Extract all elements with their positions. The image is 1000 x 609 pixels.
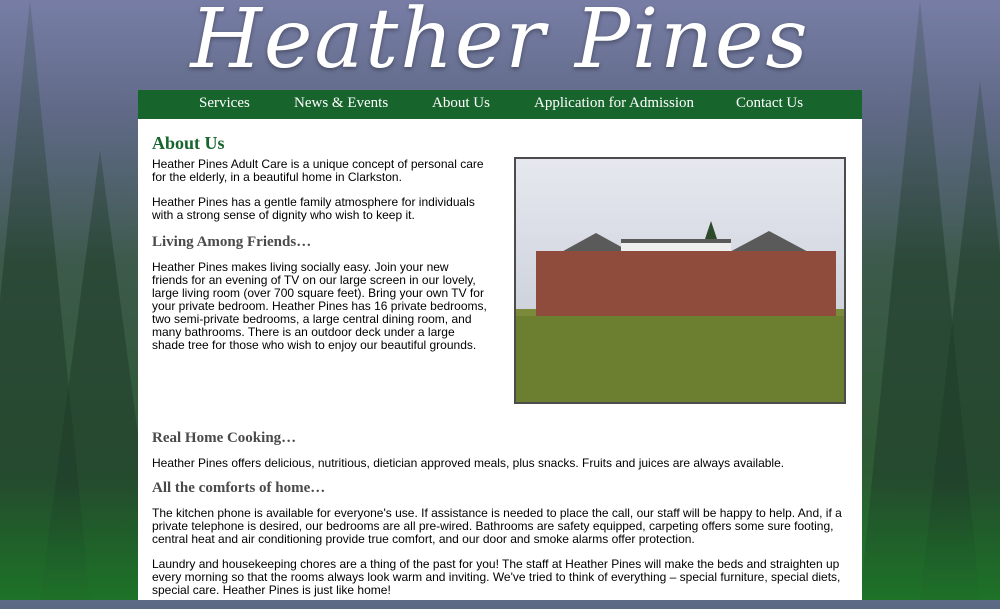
- nav-services[interactable]: Services: [199, 95, 250, 112]
- nav-contact-us[interactable]: Contact Us: [736, 95, 803, 112]
- intro-paragraph-1: Heather Pines Adult Care is a unique con…: [152, 157, 484, 184]
- nav-about-us[interactable]: About Us: [432, 95, 490, 112]
- house-photo: [514, 157, 846, 404]
- nav-news-events[interactable]: News & Events: [294, 95, 388, 112]
- content-panel: About Us Heather Pines Adult Care is a u…: [138, 119, 862, 600]
- comforts-paragraph-2: Laundry and housekeeping chores are a th…: [152, 557, 841, 597]
- intro-paragraph-2: Heather Pines has a gentle family atmosp…: [152, 195, 475, 222]
- main-navigation: Services News & Events About Us Applicat…: [138, 90, 862, 120]
- comforts-section: All the comforts of home… The kitchen ph…: [152, 480, 842, 609]
- friends-paragraph: Heather Pines makes living socially easy…: [152, 260, 487, 352]
- comforts-heading: All the comforts of home…: [152, 480, 326, 496]
- comforts-paragraph-1: The kitchen phone is available for every…: [152, 506, 842, 546]
- cooking-heading: Real Home Cooking…: [152, 430, 297, 446]
- cooking-section: Real Home Cooking… Heather Pines offers …: [152, 430, 842, 482]
- cooking-paragraph: Heather Pines offers delicious, nutritio…: [152, 456, 785, 470]
- photo-house: [536, 251, 836, 319]
- intro-column: About Us Heather Pines Adult Care is a u…: [152, 133, 487, 364]
- nav-application-for-admission[interactable]: Application for Admission: [534, 95, 694, 112]
- photo-lawn: [516, 316, 844, 402]
- site-logo[interactable]: Heather Pines: [0, 0, 1000, 87]
- friends-heading: Living Among Friends…: [152, 234, 312, 250]
- page-title: About Us: [152, 133, 225, 153]
